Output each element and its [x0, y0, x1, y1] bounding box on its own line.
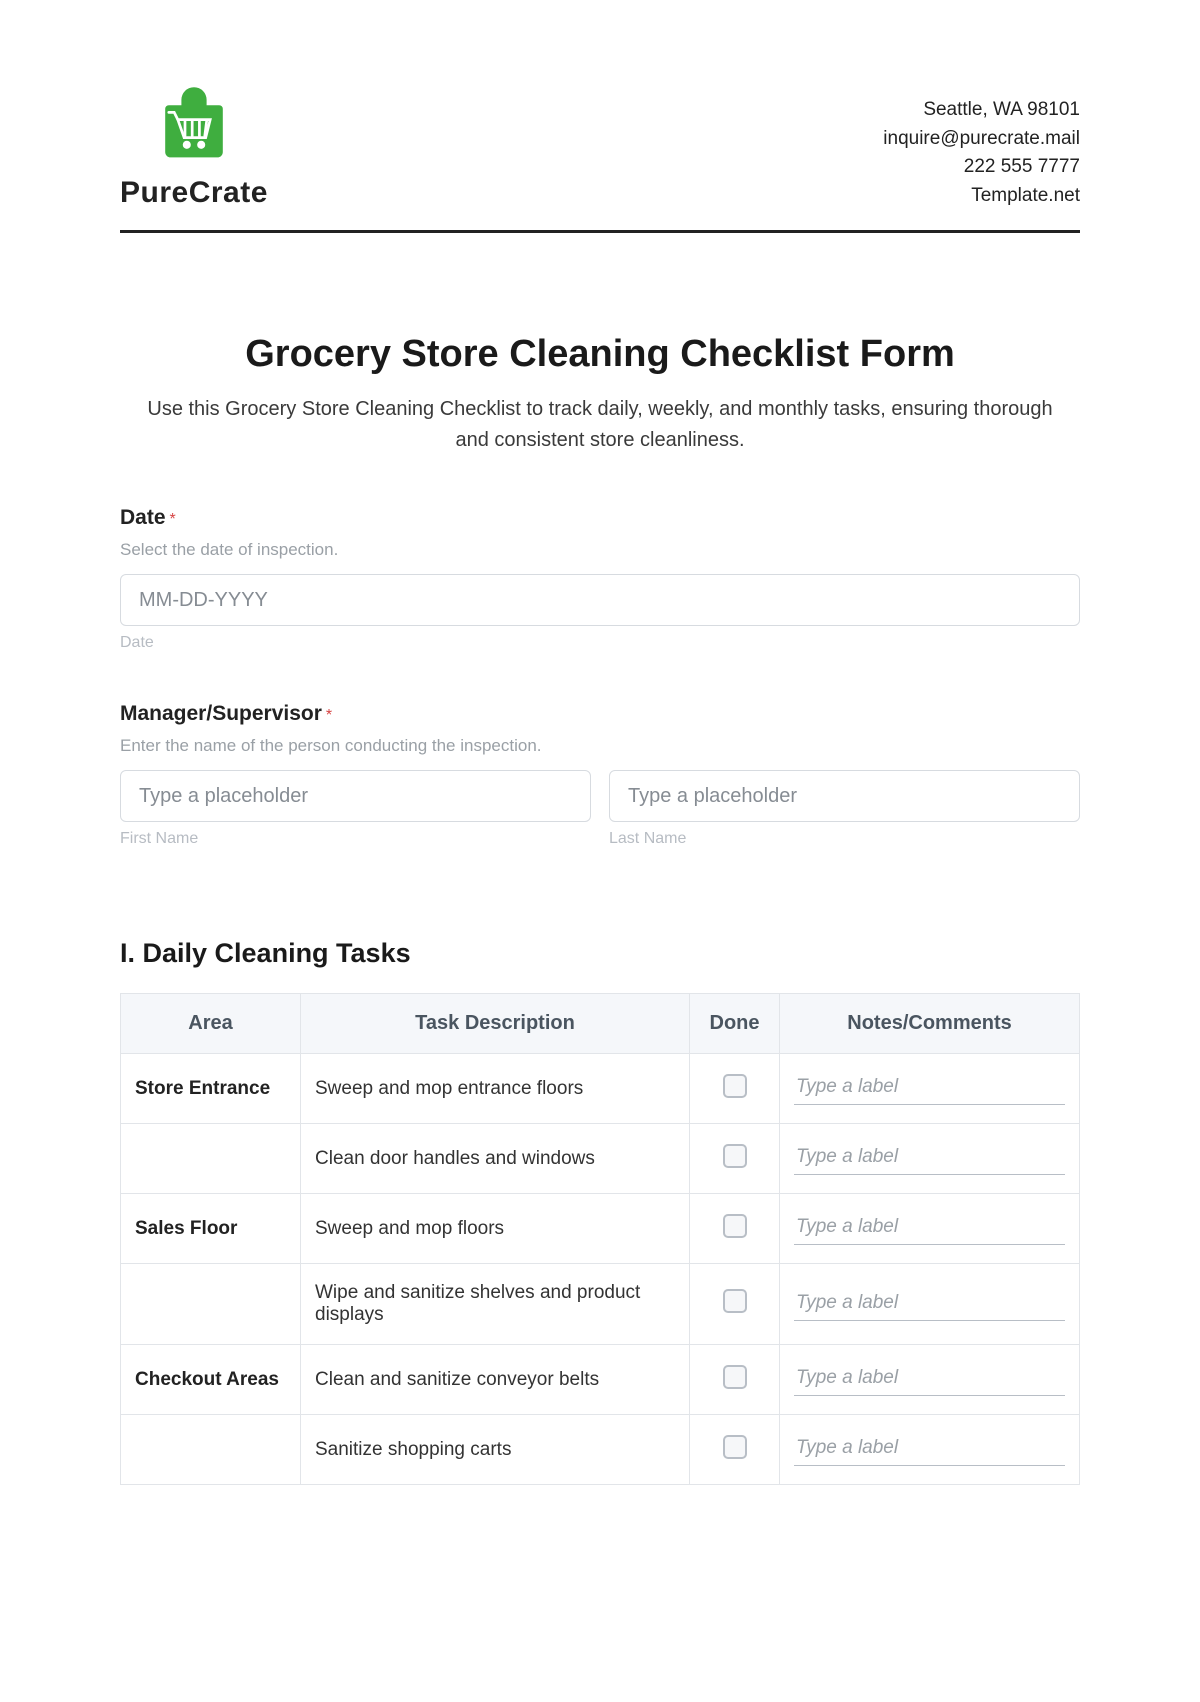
required-star: *	[326, 707, 332, 724]
contact-block: Seattle, WA 98101 inquire@purecrate.mail…	[883, 96, 1080, 210]
col-area: Area	[121, 994, 301, 1054]
cell-area: Store Entrance	[121, 1054, 301, 1124]
cell-area	[121, 1415, 301, 1485]
date-under-label: Date	[120, 634, 1080, 652]
col-notes: Notes/Comments	[780, 994, 1080, 1054]
table-header-row: Area Task Description Done Notes/Comment…	[121, 994, 1080, 1054]
section-1-heading: I. Daily Cleaning Tasks	[120, 938, 1080, 969]
cell-task: Clean and sanitize conveyor belts	[301, 1345, 690, 1415]
table-row: Sanitize shopping carts	[121, 1415, 1080, 1485]
page-title: Grocery Store Cleaning Checklist Form	[120, 333, 1080, 376]
contact-phone: 222 555 7777	[883, 153, 1080, 182]
table-row: Wipe and sanitize shelves and product di…	[121, 1264, 1080, 1345]
notes-input[interactable]	[794, 1288, 1065, 1321]
cell-task: Sweep and mop floors	[301, 1194, 690, 1264]
contact-site: Template.net	[883, 182, 1080, 211]
notes-input[interactable]	[794, 1072, 1065, 1105]
cell-task: Sweep and mop entrance floors	[301, 1054, 690, 1124]
manager-help: Enter the name of the person conducting …	[120, 736, 1080, 756]
date-help: Select the date of inspection.	[120, 540, 1080, 560]
cell-task: Sanitize shopping carts	[301, 1415, 690, 1485]
date-input[interactable]	[120, 574, 1080, 626]
cell-area: Sales Floor	[121, 1194, 301, 1264]
last-name-under-label: Last Name	[609, 830, 1080, 848]
notes-input[interactable]	[794, 1142, 1065, 1175]
done-checkbox[interactable]	[723, 1365, 747, 1389]
field-manager: Manager/Supervisor* Enter the name of th…	[120, 702, 1080, 848]
done-checkbox[interactable]	[723, 1074, 747, 1098]
done-checkbox[interactable]	[723, 1214, 747, 1238]
done-checkbox[interactable]	[723, 1435, 747, 1459]
cell-area	[121, 1124, 301, 1194]
contact-address: Seattle, WA 98101	[883, 96, 1080, 125]
brand-name: PureCrate	[120, 176, 268, 210]
notes-input[interactable]	[794, 1363, 1065, 1396]
cell-area	[121, 1264, 301, 1345]
col-task: Task Description	[301, 994, 690, 1054]
cell-task: Clean door handles and windows	[301, 1124, 690, 1194]
done-checkbox[interactable]	[723, 1144, 747, 1168]
first-name-under-label: First Name	[120, 830, 591, 848]
cell-task: Wipe and sanitize shelves and product di…	[301, 1264, 690, 1345]
last-name-input[interactable]	[609, 770, 1080, 822]
daily-tasks-table: Area Task Description Done Notes/Comment…	[120, 993, 1080, 1485]
date-label: Date	[120, 506, 166, 529]
col-done: Done	[690, 994, 780, 1054]
notes-input[interactable]	[794, 1433, 1065, 1466]
first-name-input[interactable]	[120, 770, 591, 822]
brand-block: PureCrate	[120, 80, 268, 210]
cell-area: Checkout Areas	[121, 1345, 301, 1415]
required-star: *	[170, 511, 176, 528]
table-row: Clean door handles and windows	[121, 1124, 1080, 1194]
field-date: Date* Select the date of inspection. Dat…	[120, 506, 1080, 652]
table-row: Store Entrance Sweep and mop entrance fl…	[121, 1054, 1080, 1124]
contact-email: inquire@purecrate.mail	[883, 125, 1080, 154]
manager-label: Manager/Supervisor	[120, 702, 322, 725]
table-row: Checkout Areas Clean and sanitize convey…	[121, 1345, 1080, 1415]
shopping-bag-cart-icon	[149, 80, 239, 170]
notes-input[interactable]	[794, 1212, 1065, 1245]
table-row: Sales Floor Sweep and mop floors	[121, 1194, 1080, 1264]
header: PureCrate Seattle, WA 98101 inquire@pure…	[120, 80, 1080, 233]
done-checkbox[interactable]	[723, 1289, 747, 1313]
page-subtitle: Use this Grocery Store Cleaning Checklis…	[120, 394, 1080, 456]
